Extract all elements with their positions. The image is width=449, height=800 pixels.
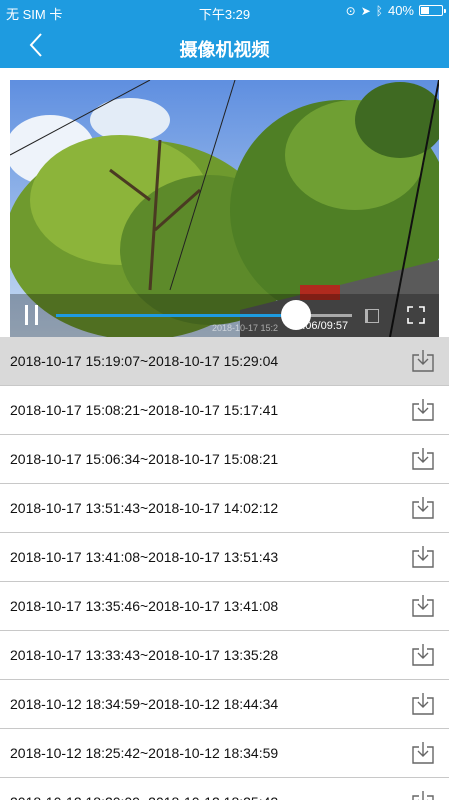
- recording-time-range: 2018-10-12 18:34:59~2018-10-12 18:44:34: [10, 696, 279, 712]
- recording-time-range: 2018-10-12 18:25:42~2018-10-12 18:34:59: [10, 745, 279, 761]
- recording-row[interactable]: 2018-10-12 18:34:59~2018-10-12 18:44:34: [0, 680, 449, 729]
- recording-time-range: 2018-10-17 13:41:08~2018-10-17 13:51:43: [10, 549, 279, 565]
- playback-time: 08:06/09:57: [290, 320, 349, 332]
- download-icon: [412, 742, 434, 764]
- download-button[interactable]: [411, 447, 435, 471]
- recording-list: 2018-10-17 15:19:07~2018-10-17 15:29:04 2…: [0, 337, 449, 800]
- battery-fill: [421, 7, 429, 14]
- download-button[interactable]: [411, 496, 435, 520]
- fullscreen-button[interactable]: [407, 306, 425, 324]
- recording-row[interactable]: 2018-10-17 15:06:34~2018-10-17 15:08:21: [0, 435, 449, 484]
- recording-row[interactable]: 2018-10-17 15:08:21~2018-10-17 15:17:41: [0, 386, 449, 435]
- video-osd-timestamp: 2018-10-17 15:2: [212, 323, 279, 333]
- pause-bar-left: [25, 305, 28, 325]
- download-button[interactable]: [411, 790, 435, 800]
- bluetooth-icon: ᛒ: [375, 3, 383, 18]
- download-button[interactable]: [411, 643, 435, 667]
- seek-bar-progress: [56, 314, 296, 317]
- seek-bar[interactable]: [56, 300, 352, 330]
- page-title: 摄像机视频: [179, 40, 270, 60]
- download-icon: [412, 693, 434, 715]
- download-icon: [412, 644, 434, 666]
- download-button[interactable]: [411, 349, 435, 373]
- rotation-lock-icon: ⊙: [345, 3, 356, 18]
- video-player[interactable]: 2018-10-17 15:2 08:06/09:57: [10, 80, 439, 337]
- fullscreen-icon: [407, 306, 425, 324]
- recording-row[interactable]: 2018-10-17 13:35:46~2018-10-17 13:41:08: [0, 582, 449, 631]
- recording-time-range: 2018-10-12 18:20:09~2018-10-12 18:25:42: [10, 794, 278, 800]
- recording-time-range: 2018-10-17 15:19:07~2018-10-17 15:29:04: [10, 353, 279, 369]
- battery-icon: [419, 5, 446, 16]
- pause-bar-right: [35, 305, 38, 325]
- recording-time-range: 2018-10-17 15:06:34~2018-10-17 15:08:21: [10, 451, 279, 467]
- recording-row[interactable]: 2018-10-17 13:33:43~2018-10-17 13:35:28: [0, 631, 449, 680]
- recording-time-range: 2018-10-17 15:08:21~2018-10-17 15:17:41: [10, 402, 279, 418]
- recording-time-range: 2018-10-17 13:35:46~2018-10-17 13:41:08: [10, 598, 279, 614]
- recording-time-range: 2018-10-17 13:51:43~2018-10-17 14:02:12: [10, 500, 279, 516]
- battery-percent: 40%: [387, 3, 414, 18]
- status-bar: 无 SIM 卡 下午3:29 ⊙ ➤ ᛒ 40%: [0, 0, 449, 22]
- download-icon: [412, 448, 434, 470]
- download-button[interactable]: [411, 545, 435, 569]
- location-icon: ➤: [360, 3, 371, 18]
- download-button[interactable]: [411, 398, 435, 422]
- recording-row[interactable]: 2018-10-17 13:51:43~2018-10-17 14:02:12: [0, 484, 449, 533]
- download-icon: [412, 350, 434, 372]
- status-right-group: ⊙ ➤ ᛒ 40%: [345, 3, 446, 18]
- recording-time-range: 2018-10-17 13:33:43~2018-10-17 13:35:28: [10, 647, 279, 663]
- recording-row[interactable]: 2018-10-12 18:25:42~2018-10-12 18:34:59: [0, 729, 449, 778]
- download-button[interactable]: [411, 692, 435, 716]
- download-icon: [412, 497, 434, 519]
- battery-cap: [444, 9, 446, 13]
- download-icon: [412, 399, 434, 421]
- recording-row[interactable]: 2018-10-12 18:20:09~2018-10-12 18:25:42: [0, 778, 449, 800]
- download-icon: [412, 791, 434, 800]
- volume-icon[interactable]: [365, 309, 379, 323]
- download-icon: [412, 546, 434, 568]
- pause-button[interactable]: [24, 305, 40, 325]
- download-icon: [412, 595, 434, 617]
- recording-row[interactable]: 2018-10-17 13:41:08~2018-10-17 13:51:43: [0, 533, 449, 582]
- player-controls: 2018-10-17 15:2 08:06/09:57: [10, 294, 439, 337]
- app-header: 无 SIM 卡 下午3:29 ⊙ ➤ ᛒ 40% 摄像机视频: [0, 0, 449, 68]
- recording-row[interactable]: 2018-10-17 15:19:07~2018-10-17 15:29:04: [0, 337, 449, 386]
- download-button[interactable]: [411, 741, 435, 765]
- download-button[interactable]: [411, 594, 435, 618]
